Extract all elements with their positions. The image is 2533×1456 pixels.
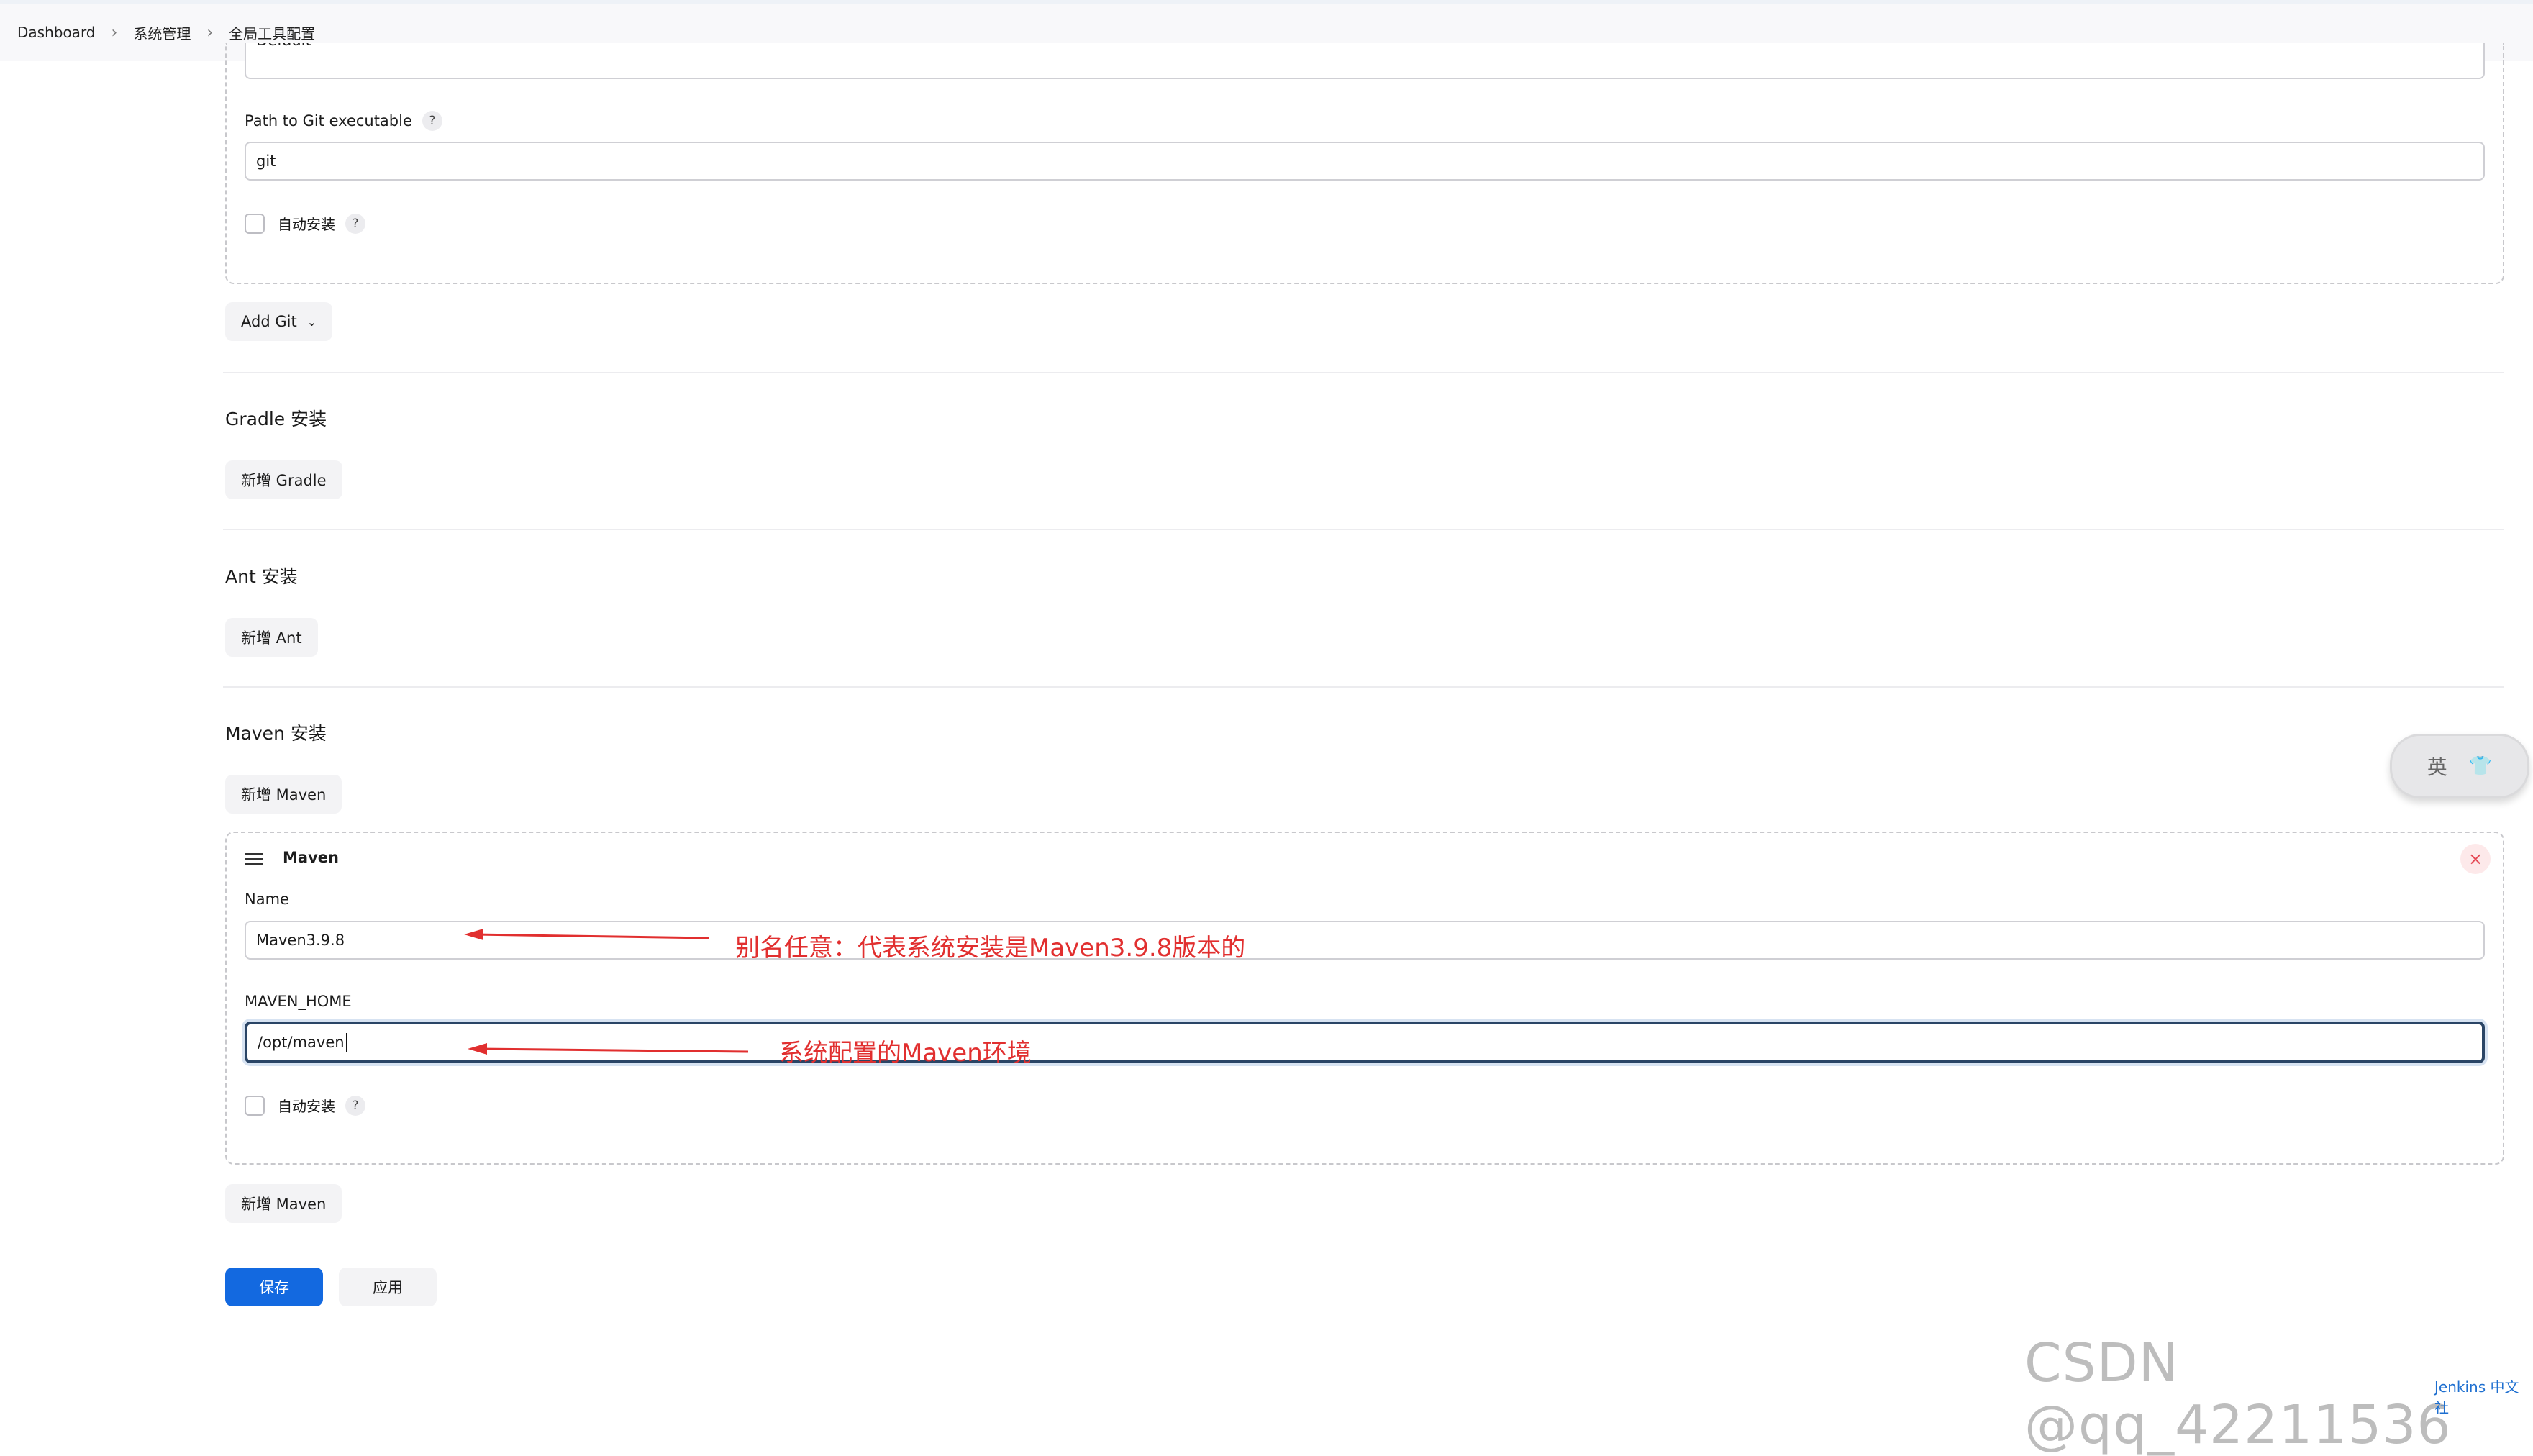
maven-name-value: Maven3.9.8 — [256, 932, 345, 949]
add-maven-bottom-button[interactable]: 新增 Maven — [225, 1184, 342, 1223]
add-maven-bottom-label: 新增 Maven — [241, 1196, 327, 1213]
git-auto-install-checkbox[interactable] — [245, 213, 265, 234]
chevron-right-icon: › — [206, 23, 214, 42]
maven-section-title: Maven 安装 — [225, 723, 327, 744]
maven-auto-install-label: 自动安装 — [278, 1098, 335, 1115]
maven-auto-install-row: 自动安装 ? — [245, 1095, 365, 1116]
section-divider — [223, 529, 2504, 530]
name-annotation-text: 别名任意：代表系统安装是Maven3.9.8版本的 — [735, 934, 1246, 963]
ime-language-label: 英 — [2427, 755, 2447, 779]
ime-widget[interactable]: 英 👕 — [2390, 734, 2529, 798]
maven-home-label: MAVEN_HOME — [245, 993, 352, 1010]
add-maven-label: 新增 Maven — [241, 786, 327, 804]
add-ant-label: 新增 Ant — [241, 629, 302, 647]
help-icon[interactable]: ? — [345, 213, 365, 234]
help-icon[interactable]: ? — [345, 1095, 365, 1116]
maven-installation-panel — [225, 832, 2504, 1165]
breadcrumb-system-manage[interactable]: 系统管理 — [133, 22, 191, 43]
git-path-label: Path to Git executable ? — [245, 111, 442, 131]
breadcrumb-global-tools[interactable]: 全局工具配置 — [229, 22, 315, 43]
add-ant-button[interactable]: 新增 Ant — [225, 618, 318, 657]
git-auto-install-label: 自动安装 — [278, 216, 335, 233]
drag-handle-icon[interactable] — [245, 853, 263, 866]
maven-name-input[interactable]: Maven3.9.8 — [245, 921, 2485, 960]
section-divider — [223, 686, 2504, 688]
breadcrumb-dashboard[interactable]: Dashboard — [17, 24, 96, 41]
add-git-button[interactable]: Add Git ⌄ — [225, 302, 333, 341]
maven-home-value: /opt/maven — [258, 1034, 345, 1051]
git-path-input[interactable]: git — [245, 142, 2485, 181]
save-button[interactable]: 保存 — [225, 1268, 323, 1306]
shirt-icon: 👕 — [2468, 755, 2493, 777]
add-maven-button[interactable]: 新增 Maven — [225, 775, 342, 814]
add-gradle-button[interactable]: 新增 Gradle — [225, 460, 342, 499]
git-path-label-text: Path to Git executable — [245, 112, 412, 129]
close-icon[interactable]: × — [2460, 844, 2491, 874]
git-name-value: Default — [256, 43, 311, 49]
gradle-section-title: Gradle 安装 — [225, 409, 327, 429]
maven-home-input[interactable]: /opt/maven — [245, 1022, 2485, 1063]
maven-name-label: Name — [245, 891, 289, 908]
chevron-right-icon: › — [111, 23, 118, 42]
git-path-value: git — [256, 153, 276, 170]
jenkins-footer-link[interactable]: Jenkins 中文社 — [2434, 1375, 2533, 1417]
help-icon[interactable]: ? — [422, 111, 442, 131]
git-name-field[interactable]: Default — [245, 43, 2485, 79]
apply-button[interactable]: 应用 — [339, 1268, 437, 1306]
maven-auto-install-checkbox[interactable] — [245, 1095, 265, 1116]
ant-section-title: Ant 安装 — [225, 566, 298, 587]
section-divider — [223, 372, 2504, 373]
chevron-down-icon: ⌄ — [306, 314, 317, 329]
text-caret — [345, 1033, 347, 1052]
git-auto-install-row: 自动安装 ? — [245, 213, 365, 234]
home-annotation-text: 系统配置的Maven环境 — [779, 1039, 1032, 1068]
add-git-label: Add Git — [241, 313, 297, 330]
add-gradle-label: 新增 Gradle — [241, 472, 327, 489]
maven-panel-title: Maven — [283, 849, 339, 866]
